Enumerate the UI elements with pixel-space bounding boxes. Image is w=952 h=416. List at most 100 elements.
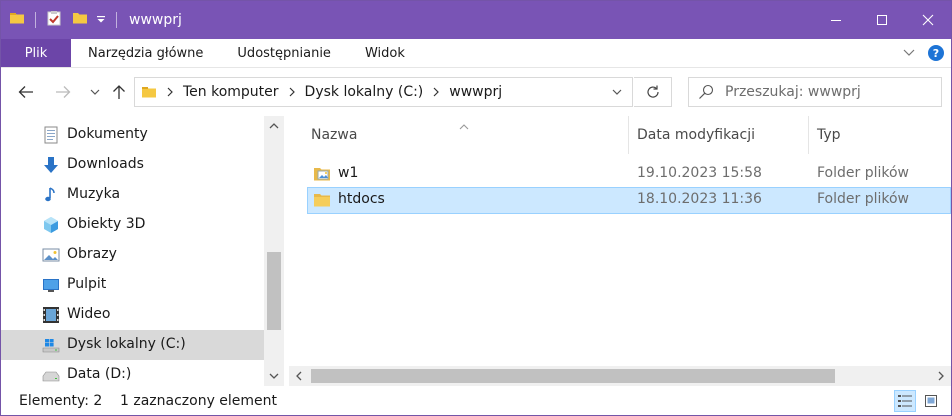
- file-row[interactable]: w1 19.10.2023 15:58 Folder plików: [307, 161, 951, 188]
- chevron-right-icon[interactable]: [433, 87, 440, 97]
- forward-button[interactable]: [51, 80, 75, 104]
- folder-icon: [141, 84, 157, 100]
- back-button[interactable]: [14, 80, 38, 104]
- file-modified: 19.10.2023 15:58: [637, 165, 762, 181]
- toolbar-separator: [116, 12, 117, 28]
- status-bar: Elementy: 2 1 zaznaczony element: [1, 387, 951, 415]
- column-header-modified[interactable]: Data modyfikacji: [637, 116, 755, 154]
- search-box[interactable]: [688, 77, 942, 107]
- scroll-left-button[interactable]: [289, 366, 309, 386]
- nav-item-label: Pulpit: [67, 276, 107, 292]
- folder-icon: [314, 194, 330, 207]
- svg-text:?: ?: [933, 47, 939, 60]
- nav-item-label: Data (D:): [67, 366, 132, 382]
- file-list: Nazwa Data modyfikacji Typ w1 19.10.2023…: [301, 116, 951, 386]
- nav-item-local-disk-c[interactable]: Dysk lokalny (C:): [1, 330, 264, 360]
- chevron-right-icon[interactable]: [289, 87, 295, 97]
- nav-item-label: Downloads: [67, 156, 144, 172]
- ribbon-right-controls: ?: [897, 39, 951, 67]
- up-button[interactable]: [107, 80, 131, 104]
- nav-item-label: Dokumenty: [67, 126, 148, 142]
- column-divider[interactable]: [628, 116, 629, 154]
- column-header-name[interactable]: Nazwa: [311, 116, 357, 154]
- large-icons-view-button[interactable]: [920, 390, 942, 412]
- cube-3d-icon: [44, 217, 58, 233]
- title-bar: wwwprj: [1, 1, 951, 39]
- navigation-pane: Dokumenty Downloads Muzyka Obiekty 3D Ob…: [1, 116, 288, 386]
- selection-count: 1 zaznaczony element: [120, 393, 278, 409]
- nav-item-music[interactable]: Muzyka: [1, 180, 264, 210]
- nav-item-downloads[interactable]: Downloads: [1, 150, 264, 180]
- nav-item-data-d[interactable]: Data (D:): [1, 360, 264, 390]
- download-arrow-icon: [44, 157, 58, 173]
- details-view-button[interactable]: [894, 390, 916, 412]
- nav-item-desktop[interactable]: Pulpit: [1, 270, 264, 300]
- tab-view[interactable]: Widok: [348, 39, 422, 67]
- details-view-icon: [898, 395, 912, 407]
- chevron-down-icon: [90, 89, 100, 95]
- scroll-up-button[interactable]: [264, 116, 284, 136]
- scrollbar-thumb[interactable]: [311, 369, 835, 383]
- navigation-vertical-scrollbar[interactable]: [264, 116, 284, 386]
- search-icon: [689, 84, 723, 100]
- nav-item-videos[interactable]: Wideo: [1, 300, 264, 330]
- file-list-horizontal-scrollbar[interactable]: [289, 366, 951, 386]
- windows-drive-icon: [42, 339, 60, 353]
- window-controls: [813, 1, 951, 39]
- tab-file[interactable]: Plik: [1, 39, 71, 67]
- help-button[interactable]: ?: [921, 44, 951, 62]
- search-input[interactable]: [723, 83, 927, 101]
- navigation-bar: Ten komputer Dysk lokalny (C:) wwwprj: [1, 68, 951, 116]
- tab-home[interactable]: Narzędzia główne: [71, 39, 220, 67]
- video-filmstrip-icon: [43, 307, 59, 323]
- file-type: Folder plików: [817, 165, 910, 181]
- desktop-icon: [43, 279, 59, 292]
- help-icon: ?: [928, 45, 944, 61]
- breadcrumb-current-folder[interactable]: wwwprj: [449, 84, 502, 100]
- file-row-selected[interactable]: htdocs 18.10.2023 11:36 Folder plików: [307, 187, 951, 214]
- minimize-icon: [831, 20, 841, 21]
- ribbon-tabs: Plik Narzędzia główne Udostępnianie Wido…: [1, 39, 951, 68]
- pictures-icon: [42, 248, 60, 262]
- nav-item-documents[interactable]: Dokumenty: [1, 120, 264, 150]
- up-arrow-icon: [113, 85, 125, 99]
- address-bar[interactable]: Ten komputer Dysk lokalny (C:) wwwprj: [134, 77, 633, 107]
- file-name: htdocs: [338, 191, 385, 207]
- refresh-button[interactable]: [634, 77, 672, 107]
- nav-item-label: Muzyka: [67, 186, 121, 202]
- maximize-icon: [877, 15, 887, 25]
- quick-access-toolbar: [1, 1, 123, 39]
- maximize-button[interactable]: [859, 1, 905, 39]
- nav-item-3d-objects[interactable]: Obiekty 3D: [1, 210, 264, 240]
- close-icon: [922, 14, 934, 26]
- nav-item-pictures[interactable]: Obrazy: [1, 240, 264, 270]
- column-header-type[interactable]: Typ: [817, 116, 841, 154]
- nav-item-label: Obiekty 3D: [67, 216, 146, 232]
- file-name: w1: [338, 165, 359, 181]
- properties-icon[interactable]: [46, 10, 62, 30]
- chevron-left-icon: [296, 371, 302, 381]
- minimize-button[interactable]: [813, 1, 859, 39]
- scrollbar-thumb[interactable]: [267, 252, 281, 330]
- recent-locations-button[interactable]: [83, 80, 107, 104]
- documents-icon: [44, 126, 58, 144]
- tab-share[interactable]: Udostępnianie: [220, 39, 348, 67]
- customize-toolbar-icon[interactable]: [96, 12, 106, 28]
- breadcrumb-local-disk[interactable]: Dysk lokalny (C:): [305, 84, 424, 100]
- new-folder-icon[interactable]: [72, 10, 88, 30]
- forward-arrow-icon: [56, 86, 71, 98]
- close-button[interactable]: [905, 1, 951, 39]
- breadcrumb-this-pc[interactable]: Ten komputer: [183, 84, 279, 100]
- music-note-icon: [45, 187, 55, 202]
- scroll-down-button[interactable]: [264, 366, 284, 386]
- folder-app-icon: [9, 10, 25, 30]
- explorer-window: wwwprj Plik Narzędzia główne Udostępnian…: [0, 0, 952, 416]
- address-history-dropdown[interactable]: [602, 78, 632, 106]
- column-divider[interactable]: [808, 116, 809, 154]
- chevron-right-icon[interactable]: [167, 87, 173, 97]
- folder-with-image-icon: [314, 168, 330, 181]
- expand-ribbon-button[interactable]: [897, 49, 921, 57]
- scroll-right-button[interactable]: [931, 366, 951, 386]
- nav-item-label: Dysk lokalny (C:): [67, 336, 186, 352]
- nav-item-label: Obrazy: [67, 246, 117, 262]
